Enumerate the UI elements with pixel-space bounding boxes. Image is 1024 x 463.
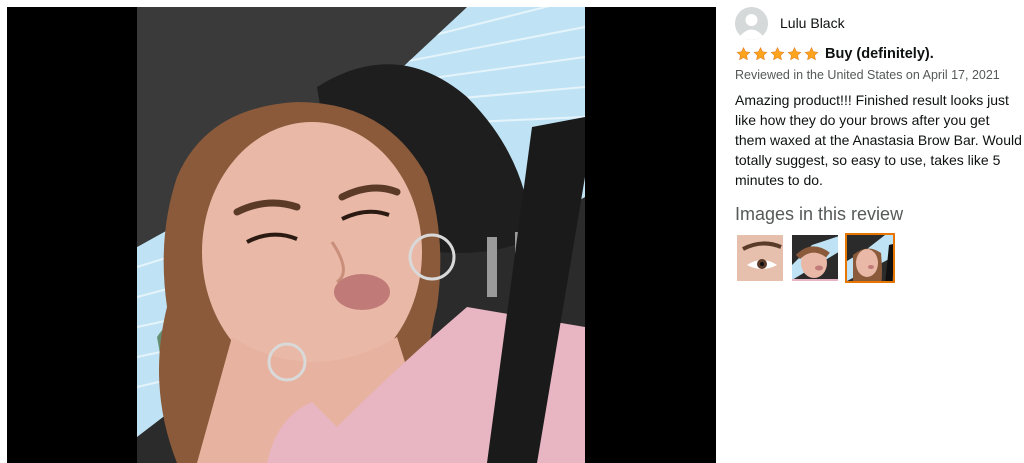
- review-photo: [137, 7, 585, 463]
- default-avatar-icon: [735, 6, 768, 40]
- review-body: Amazing product!!! Finished result looks…: [735, 92, 1022, 188]
- review-author[interactable]: Lulu Black: [735, 6, 1024, 40]
- media-viewer: [7, 7, 716, 463]
- thumbnail-eye[interactable]: [735, 233, 785, 283]
- star-icon: [770, 47, 785, 61]
- author-name[interactable]: Lulu Black: [780, 15, 845, 31]
- star-icon: [787, 47, 802, 61]
- review-title[interactable]: Buy (definitely).: [825, 46, 934, 62]
- review-date: Reviewed in the United States on April 1…: [735, 68, 1000, 82]
- star-icon: [753, 47, 768, 61]
- star-icon: [736, 47, 751, 61]
- thumbnail-strip: [735, 233, 1024, 283]
- rating-row: Buy (definitely).: [735, 46, 1024, 62]
- images-heading: Images in this review: [735, 204, 904, 224]
- thumbnail-selfie-2[interactable]: [845, 233, 895, 283]
- star-icon: [804, 47, 819, 61]
- review-panel: Lulu Black Buy (definitely). Reviewed in…: [735, 6, 1024, 283]
- star-rating: [735, 46, 820, 62]
- thumbnail-selfie-1[interactable]: [790, 233, 840, 283]
